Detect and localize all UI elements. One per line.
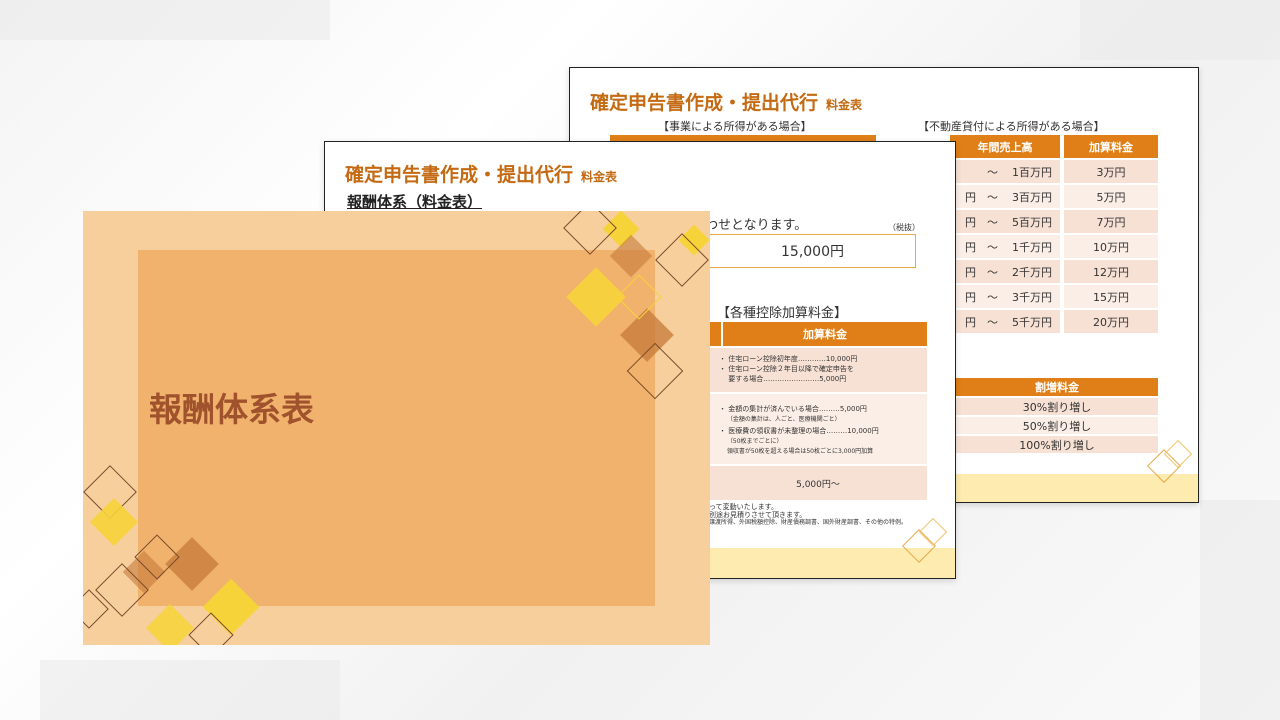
base-fee-box: 15,000円	[709, 234, 916, 268]
deduction-row-medical: ・ 金額の集計が済んでいる場合………5,000円 （金額の集計は、人ごと、医療機…	[709, 394, 927, 464]
deco-diamond-outline	[563, 211, 617, 255]
doc-subtitle: 報酬体系（料金表）	[347, 193, 483, 211]
deduction-line: ・ 住宅ローン控除２年目以降で確定申告を	[719, 365, 854, 373]
deduction-header-left	[709, 322, 721, 346]
table-row-fee: 20万円	[1064, 310, 1158, 333]
table-row-range: 円 〜 2千万円	[950, 260, 1060, 283]
table-row-range: 円 〜 3百万円	[950, 185, 1060, 208]
deduction-title: 【各種控除加算料金】	[717, 306, 848, 321]
surcharge-row: 100%割り増し	[956, 436, 1158, 453]
deduction-line: （金額の集計は、人ごと、医療機関ごと）	[719, 416, 841, 423]
deduction-row-housing: ・ 住宅ローン控除初年度…………10,000円 ・ 住宅ローン控除２年目以降で確…	[709, 348, 927, 392]
background-block	[40, 660, 340, 720]
deduction-line: ・ 金額の集計が済んでいる場合………5,000円	[719, 405, 867, 413]
background-block	[0, 0, 330, 40]
doc-title: 確定申告書作成・提出代行 料金表	[345, 164, 618, 186]
deduction-line: 領収書が50枚を超える場合は50枚ごとに3,000円加算	[719, 448, 874, 455]
tax-note: （税抜）	[888, 223, 920, 232]
section-business: 【事業による所得がある場合】	[658, 120, 812, 133]
base-note: わせとなります。	[705, 218, 808, 233]
surcharge-row: 30%割り増し	[956, 398, 1158, 415]
table-header-fee: 加算料金	[1064, 135, 1158, 158]
cover-title: 報酬体系表	[149, 390, 314, 429]
surcharge-row: 50%割り増し	[956, 417, 1158, 434]
deduction-line: ・ 医療費の領収書が未整理の場合………10,000円	[719, 427, 879, 435]
table-header-sales: 年間売上高	[950, 135, 1060, 158]
table-row-fee: 10万円	[1064, 235, 1158, 258]
table-row-range: 円 〜 3千万円	[950, 285, 1060, 308]
table-row-fee: 3万円	[1064, 160, 1158, 183]
background-block	[1080, 0, 1280, 60]
section-realestate: 【不動産貸付による所得がある場合】	[918, 120, 1105, 133]
table-row-fee: 12万円	[1064, 260, 1158, 283]
surcharge-header: 割増料金	[956, 378, 1158, 396]
deduction-line: 要する場合……………………5,000円	[719, 375, 847, 383]
cover-slide: 報酬体系表	[83, 211, 710, 645]
background-block	[1200, 500, 1280, 720]
doc-title: 確定申告書作成・提出代行 料金表	[590, 92, 863, 114]
deduction-row-other: 5,000円〜	[709, 466, 927, 500]
table-row-range: 円 〜 5百万円	[950, 210, 1060, 233]
footnote: 譲渡所得、外国税額控除、財産債務調書、国外財産調書、その他の特例。	[709, 519, 908, 526]
table-row-range: 円 〜 1千万円	[950, 235, 1060, 258]
deduction-line: ・ 住宅ローン控除初年度…………10,000円	[719, 355, 858, 363]
table-row-fee: 7万円	[1064, 210, 1158, 233]
deco-diamond-yellow	[145, 603, 195, 645]
deduction-line: （50枚までごとに）	[719, 438, 783, 445]
deduction-header-fee: 加算料金	[723, 322, 927, 346]
table-row-range: 円 〜 5千万円	[950, 310, 1060, 333]
table-row-range: 〜 1百万円	[950, 160, 1060, 183]
table-row-fee: 5万円	[1064, 185, 1158, 208]
table-row-fee: 15万円	[1064, 285, 1158, 308]
